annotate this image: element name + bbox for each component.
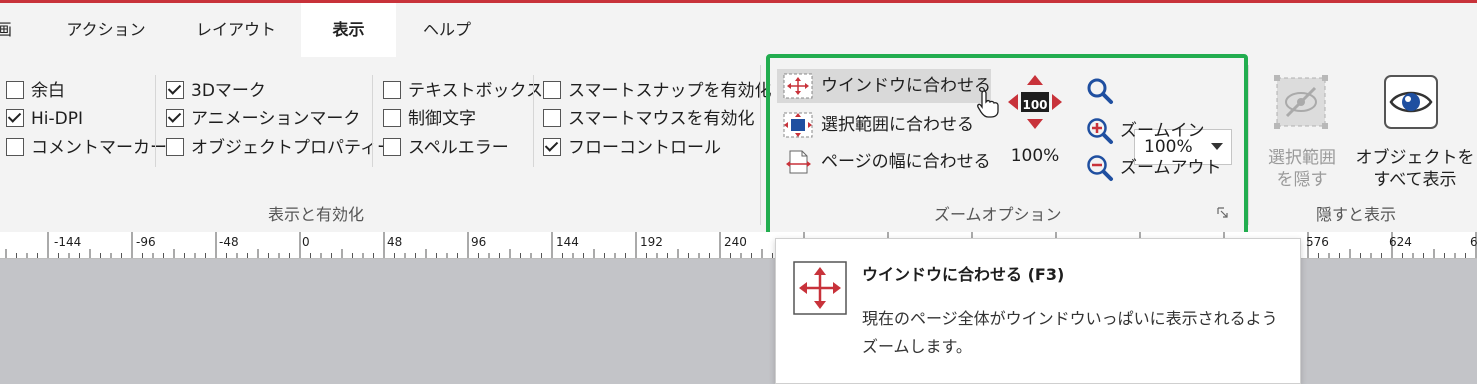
- checkbox-smart-snap[interactable]: スマートスナップを有効化: [543, 78, 772, 104]
- fit-selection-icon: [783, 112, 813, 138]
- checkbox-control-chars[interactable]: 制御文字: [383, 106, 476, 132]
- ruler-label: -48: [219, 235, 239, 249]
- ruler-label: 96: [471, 235, 487, 249]
- divider: [155, 75, 156, 167]
- tab-help[interactable]: ヘルプ: [404, 3, 490, 57]
- zoom-search-icon[interactable]: [1086, 77, 1114, 105]
- hide-selection-icon: [1274, 75, 1328, 129]
- checkbox-object-properties[interactable]: オブジェクトプロパティー: [166, 135, 394, 161]
- zoom-100-label: 100: [1022, 98, 1048, 112]
- checkbox-box: [543, 80, 561, 99]
- ruler-label: 240: [724, 235, 747, 249]
- zoom-out-icon: [1087, 155, 1113, 181]
- ribbon-panel: 余白 Hi-DPI コメントマーカー 3Dマーク アニメーションマーク オブジェ…: [0, 57, 1477, 233]
- checkbox-box: [383, 108, 401, 127]
- tab-layout[interactable]: レイアウト: [178, 3, 294, 57]
- checkbox-box-checked: [166, 80, 184, 99]
- zoom-percent-label[interactable]: 100%: [1000, 145, 1070, 167]
- checkbox-animation-mark[interactable]: アニメーションマーク: [166, 106, 360, 132]
- ruler-label: 6: [1470, 235, 1477, 249]
- checkbox-box: [383, 80, 401, 99]
- checkbox-box-checked: [166, 108, 184, 127]
- checkbox-smart-mouse[interactable]: スマートマウスを有効化: [543, 106, 755, 132]
- group-label-zoom: ズームオプション: [934, 205, 1062, 224]
- checkbox-comment-marker[interactable]: コメントマーカー: [6, 135, 167, 161]
- fit-selection-button[interactable]: 選択範囲に合わせる: [777, 108, 991, 142]
- divider: [533, 75, 534, 167]
- ruler-label: -144: [54, 235, 82, 249]
- checkbox-hidpi[interactable]: Hi-DPI: [6, 106, 83, 132]
- zoom-out-button[interactable]: ズームアウト: [1086, 151, 1226, 185]
- dialog-launcher-icon[interactable]: [1217, 207, 1229, 219]
- tooltip-title: ウインドウに合わせる (F3): [862, 265, 1065, 284]
- page-width-icon: [786, 150, 811, 174]
- tooltip-fit-window: ウインドウに合わせる (F3) 現在のページ全体がウインドウいっぱいに表示される…: [775, 238, 1301, 384]
- ruler-label: 192: [640, 235, 663, 249]
- hide-selection-button[interactable]: 選択範囲 を隠す: [1252, 147, 1352, 191]
- show-all-objects-button[interactable]: オブジェクトを すべて表示: [1355, 147, 1475, 191]
- checkbox-margin[interactable]: 余白: [6, 78, 65, 104]
- group-label-hide-show: 隠すと表示: [1316, 205, 1397, 224]
- zoom-in-icon: [1087, 118, 1113, 144]
- checkbox-3d-mark[interactable]: 3Dマーク: [166, 78, 266, 104]
- ruler-label: -96: [136, 235, 156, 249]
- group-label-display: 表示と有効化: [268, 205, 365, 224]
- checkbox-box: [383, 137, 401, 156]
- fit-window-icon: [783, 73, 813, 99]
- ribbon-tab-bar: 画 アクション レイアウト 表示 ヘルプ: [0, 3, 1477, 57]
- checkbox-flow-control[interactable]: フローコントロール: [543, 135, 721, 161]
- ruler-label: 0: [302, 235, 310, 249]
- checkbox-text-box[interactable]: テキストボックス: [383, 78, 543, 104]
- checkbox-spell-errors[interactable]: スペルエラー: [383, 135, 509, 161]
- ruler-label: 576: [1306, 235, 1329, 249]
- fit-page-width-button[interactable]: ページの幅に合わせる: [777, 145, 991, 179]
- eye-icon: [1384, 75, 1438, 129]
- checkbox-box-checked: [543, 137, 561, 156]
- ruler-label: 624: [1389, 235, 1412, 249]
- divider: [372, 75, 373, 167]
- checkbox-box: [6, 137, 24, 156]
- tab-view[interactable]: 表示: [301, 3, 396, 57]
- fit-window-button[interactable]: ウインドウに合わせる: [777, 69, 991, 103]
- checkbox-box-checked: [6, 108, 24, 127]
- tab-action[interactable]: アクション: [48, 3, 164, 57]
- ruler-label: 48: [387, 235, 403, 249]
- divider: [1248, 65, 1249, 225]
- checkbox-box: [6, 80, 24, 99]
- fit-window-large-icon: [793, 261, 847, 315]
- checkbox-box: [166, 137, 184, 156]
- tooltip-body: 現在のページ全体がウインドウいっぱいに表示されるようズームします。: [862, 309, 1278, 356]
- checkbox-box: [543, 108, 561, 127]
- divider: [760, 65, 761, 225]
- ruler-label: 144: [556, 235, 579, 249]
- zoom-in-button[interactable]: ズームイン: [1086, 114, 1226, 148]
- tab-partial[interactable]: 画: [0, 3, 16, 57]
